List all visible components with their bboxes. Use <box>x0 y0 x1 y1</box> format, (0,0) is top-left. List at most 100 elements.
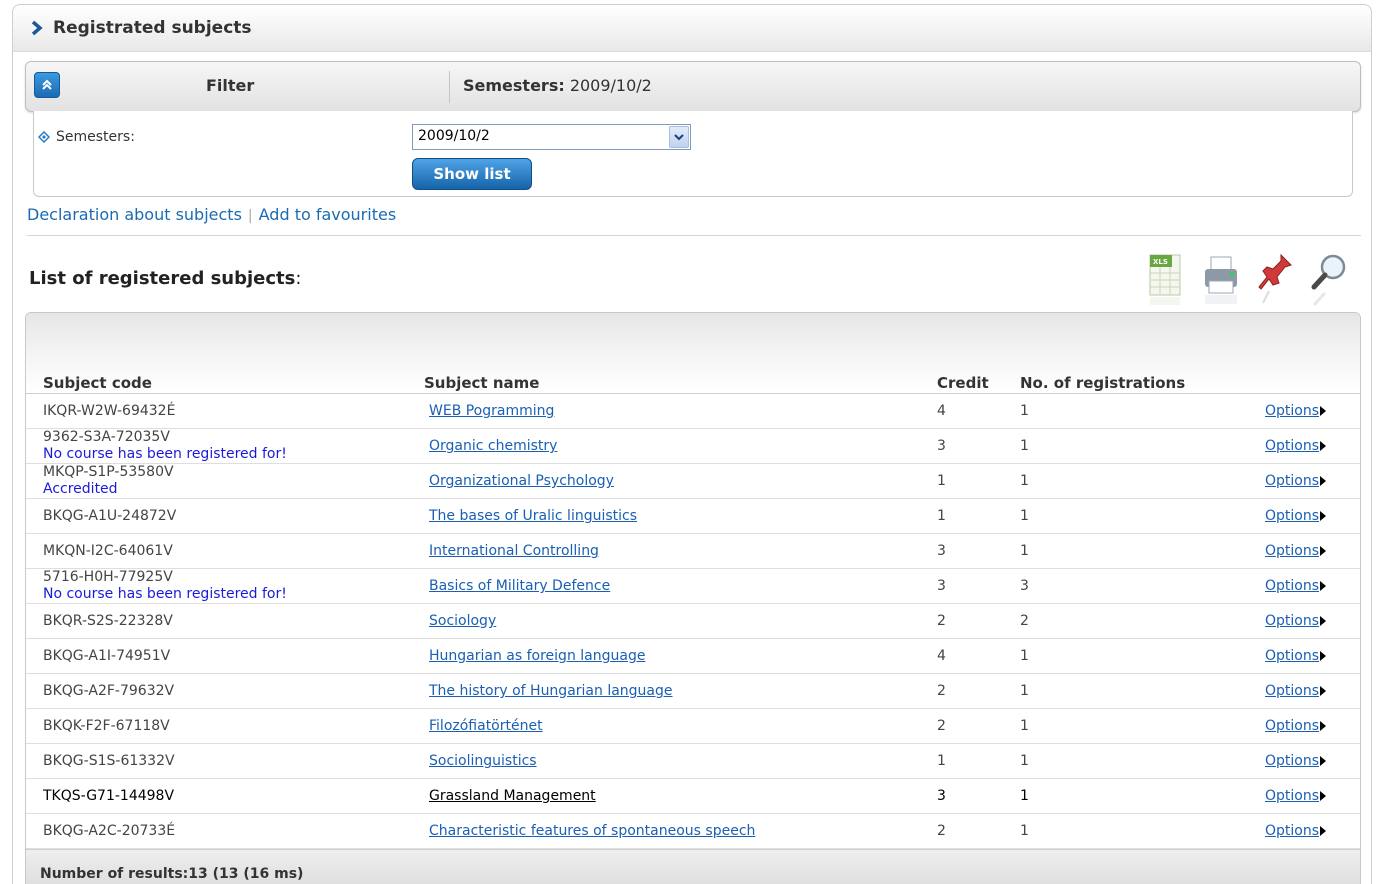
column-subject-name[interactable]: Subject name <box>424 374 539 392</box>
subject-name-cell: Grassland Management <box>429 779 596 813</box>
subject-name-cell: Hungarian as foreign language <box>429 639 645 673</box>
options-link[interactable]: Options <box>1265 508 1327 524</box>
xls-export-icon[interactable]: XLS <box>1147 251 1187 307</box>
registrations-value: 1 <box>1020 438 1029 454</box>
credit-value: 2 <box>937 718 946 734</box>
options-cell: Options <box>1265 429 1327 463</box>
subject-name-link[interactable]: The history of Hungarian language <box>429 683 673 699</box>
table-row: BKQG-S1S-61332V Sociolinguistics 1 1 Options <box>26 744 1360 779</box>
filter-divider <box>449 71 450 103</box>
options-link[interactable]: Options <box>1265 578 1327 594</box>
add-to-favourites-link[interactable]: Add to favourites <box>259 205 397 224</box>
list-title-text: List of registered subjects <box>29 268 296 289</box>
options-cell: Options <box>1265 779 1327 813</box>
options-cell: Options <box>1265 744 1327 778</box>
credit-value: 3 <box>937 438 946 454</box>
table-row: 9362-S3A-72035V No course has been regist… <box>26 429 1360 464</box>
options-cell: Options <box>1265 814 1327 848</box>
column-subject-code[interactable]: Subject code <box>43 374 152 392</box>
subject-name-link[interactable]: Sociology <box>429 613 496 629</box>
show-list-button[interactable]: Show list <box>412 158 532 190</box>
options-link[interactable]: Options <box>1265 543 1327 559</box>
subject-name-link[interactable]: Basics of Military Defence <box>429 578 610 594</box>
table-row: MKQN-I2C-64061V International Controlling… <box>26 534 1360 569</box>
table-row: BKQR-S2S-22328V Sociology 2 2 Options <box>26 604 1360 639</box>
subject-code: BKQK-F2F-67118V <box>43 717 170 734</box>
diamond-bullet-icon <box>38 131 50 143</box>
options-cell: Options <box>1265 534 1327 568</box>
chevron-down-icon <box>674 134 684 141</box>
registrations-cell: 1 <box>1020 779 1029 813</box>
subject-name-cell: Sociolinguistics <box>429 744 537 778</box>
subject-name-link[interactable]: Organizational Psychology <box>429 473 614 489</box>
print-icon[interactable] <box>1201 251 1241 307</box>
options-link[interactable]: Options <box>1265 753 1327 769</box>
subject-name-link[interactable]: Sociolinguistics <box>429 753 537 769</box>
subject-name-cell: WEB Pogramming <box>429 394 554 428</box>
options-label: Options <box>1265 543 1320 559</box>
options-cell: Options <box>1265 639 1327 673</box>
double-chevron-up-icon <box>42 79 52 90</box>
options-cell: Options <box>1265 674 1327 708</box>
subject-name-link[interactable]: Organic chemistry <box>429 438 557 454</box>
subject-name-cell: The history of Hungarian language <box>429 674 673 708</box>
subject-name-link[interactable]: WEB Pogramming <box>429 403 554 419</box>
subject-code: BKQG-A2C-20733É <box>43 822 176 839</box>
filter-body: Semesters: 2009/10/2 Show list <box>33 111 1353 197</box>
filter-collapse-button[interactable] <box>34 72 60 98</box>
registrations-cell: 1 <box>1020 429 1029 463</box>
registrations-value: 1 <box>1020 718 1029 734</box>
options-link[interactable]: Options <box>1265 823 1327 839</box>
triangle-right-icon <box>1320 441 1327 451</box>
options-link[interactable]: Options <box>1265 683 1327 699</box>
options-cell: Options <box>1265 569 1327 603</box>
options-label: Options <box>1265 718 1320 734</box>
options-cell: Options <box>1265 709 1327 743</box>
panel-header: Registrated subjects <box>13 5 1371 52</box>
column-credit[interactable]: Credit <box>937 374 989 392</box>
semesters-select-value: 2009/10/2 <box>418 128 490 144</box>
list-title: List of registered subjects: <box>29 268 301 289</box>
subject-name-link[interactable]: Characteristic features of spontaneous s… <box>429 823 755 839</box>
registrations-value: 2 <box>1020 613 1029 629</box>
subject-name-link[interactable]: Grassland Management <box>429 788 596 804</box>
options-label: Options <box>1265 508 1320 524</box>
search-icon[interactable] <box>1309 251 1349 307</box>
options-link[interactable]: Options <box>1265 438 1327 454</box>
registrations-value: 1 <box>1020 543 1029 559</box>
options-label: Options <box>1265 648 1320 664</box>
options-label: Options <box>1265 613 1320 629</box>
list-title-colon: : <box>295 268 302 289</box>
options-link[interactable]: Options <box>1265 403 1327 419</box>
semesters-select[interactable]: 2009/10/2 <box>412 124 691 150</box>
credit-cell: 2 <box>937 814 946 848</box>
column-registrations[interactable]: No. of registrations <box>1020 374 1185 392</box>
table-row: BKQG-A2F-79632V The history of Hungarian … <box>26 674 1360 709</box>
table-body: IKQR-W2W-69432É WEB Pogramming 4 1 Options 93… <box>26 394 1360 849</box>
subject-name-link[interactable]: International Controlling <box>429 543 599 559</box>
options-link[interactable]: Options <box>1265 788 1327 804</box>
subject-name-link[interactable]: Filozófiatörténet <box>429 718 543 734</box>
table-row: BKQG-A2C-20733É Characteristic features o… <box>26 814 1360 849</box>
subject-name-link[interactable]: The bases of Uralic linguistics <box>429 508 637 524</box>
action-links: Declaration about subjects | Add to favour… <box>27 205 396 224</box>
registrations-cell: 1 <box>1020 674 1029 708</box>
declaration-link[interactable]: Declaration about subjects <box>27 205 242 224</box>
table-row: BKQG-A1I-74951V Hungarian as foreign lang… <box>26 639 1360 674</box>
pin-icon[interactable] <box>1255 251 1295 307</box>
dropdown-arrow[interactable] <box>669 126 689 148</box>
credit-cell: 2 <box>937 709 946 743</box>
table-row: TKQS-G71-14498V Grassland Management 3 1 Opt… <box>26 779 1360 814</box>
credit-cell: 3 <box>937 534 946 568</box>
credit-value: 3 <box>937 543 946 559</box>
options-link[interactable]: Options <box>1265 648 1327 664</box>
options-label: Options <box>1265 473 1320 489</box>
options-link[interactable]: Options <box>1265 473 1327 489</box>
options-link[interactable]: Options <box>1265 613 1327 629</box>
options-link[interactable]: Options <box>1265 718 1327 734</box>
credit-value: 4 <box>937 648 946 664</box>
options-label: Options <box>1265 753 1320 769</box>
filter-header: Filter Semesters: 2009/10/2 <box>25 61 1361 112</box>
credit-cell: 4 <box>937 394 946 428</box>
subject-name-link[interactable]: Hungarian as foreign language <box>429 648 645 664</box>
